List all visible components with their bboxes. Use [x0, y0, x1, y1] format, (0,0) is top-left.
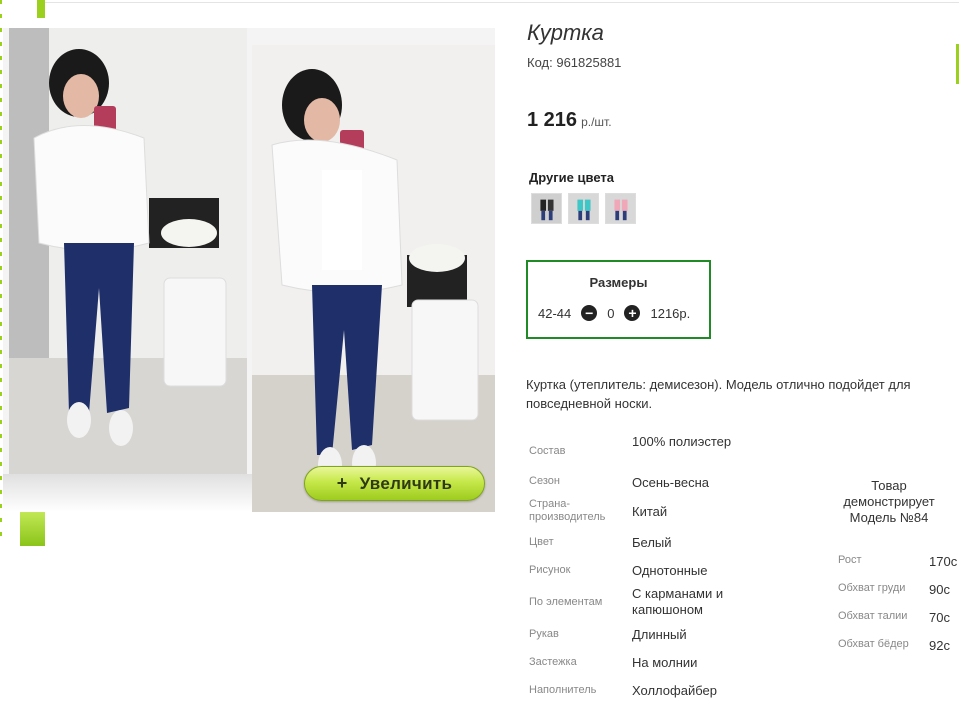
spec-value: Белый	[632, 535, 672, 550]
product-code-value: 961825881	[556, 55, 622, 70]
model-param-label: Обхват талии	[838, 610, 908, 622]
sizes-box: Размеры 42-44 − 0 + 1216р.	[526, 260, 711, 339]
model-param-value: 90с	[929, 582, 950, 597]
product-gallery	[3, 28, 495, 512]
spec-label: По элементам	[529, 596, 603, 608]
plus-circle-icon[interactable]: +	[624, 305, 641, 321]
size-price: 1216р.	[650, 305, 691, 321]
model-title: Товар демонстрирует Модель №84	[843, 478, 935, 525]
spec-value: Длинный	[632, 627, 687, 642]
gallery-shade	[3, 474, 252, 512]
spec-value: 100% полиэстер	[632, 434, 732, 449]
other-colors-label: Другие цвета	[529, 170, 614, 185]
spec-label: Цвет	[529, 536, 554, 548]
zoom-button-label: Увеличить	[359, 473, 453, 493]
model-param-label: Обхват груди	[838, 582, 906, 594]
model-param-label: Рост	[838, 554, 862, 566]
top-divider	[45, 2, 959, 3]
plus-icon: +	[336, 473, 348, 493]
color-swatch-black[interactable]	[531, 193, 562, 224]
quantity-value: 0	[607, 305, 615, 321]
size-label: 42-44	[538, 305, 572, 321]
size-row: 42-44 − 0 + 1216р.	[538, 305, 690, 321]
model-param-value: 170с	[929, 554, 958, 569]
left-green-tab	[37, 0, 45, 18]
product-price: 1 216 р./шт.	[527, 109, 612, 132]
spec-label: Страна-производитель	[529, 498, 606, 523]
spec-label: Рукав	[529, 628, 559, 640]
model-param-value: 92с	[929, 638, 950, 653]
spec-value: Осень-весна	[632, 475, 710, 490]
product-photo-main[interactable]	[9, 28, 247, 474]
price-unit: р./шт.	[581, 115, 612, 129]
color-swatch-pink[interactable]	[605, 193, 636, 224]
spec-value: На молнии	[632, 655, 698, 670]
product-description: Куртка (утеплитель: демисезон). Модель о…	[526, 377, 911, 411]
minus-icon[interactable]: −	[581, 305, 598, 321]
other-colors-swatches	[531, 193, 636, 224]
product-code-label: Код:	[527, 55, 553, 70]
left-green-block	[20, 508, 45, 546]
left-dotted-line	[0, 0, 2, 546]
spec-label: Застежка	[529, 656, 577, 668]
spec-label: Наполнитель	[529, 684, 597, 696]
zoom-button[interactable]: + Увеличить	[304, 466, 485, 501]
sizes-title: Размеры	[589, 275, 648, 290]
model-param-value: 70с	[929, 610, 950, 625]
spec-value: С карманами и капюшоном	[632, 586, 724, 617]
product-title: Куртка	[527, 20, 604, 45]
model-param-label: Обхват бёдер	[838, 638, 909, 650]
color-swatch-turquoise[interactable]	[568, 193, 599, 224]
spec-value: Холлофайбер	[632, 683, 717, 698]
price-value: 1 216	[527, 109, 578, 131]
spec-label: Состав	[529, 445, 566, 457]
spec-label: Рисунок	[529, 564, 571, 576]
product-code: Код: 961825881	[527, 55, 621, 70]
spec-value: Китай	[632, 504, 668, 519]
product-photo-secondary[interactable]	[252, 45, 495, 512]
spec-label: Сезон	[529, 475, 560, 487]
spec-value: Однотонные	[632, 563, 708, 578]
